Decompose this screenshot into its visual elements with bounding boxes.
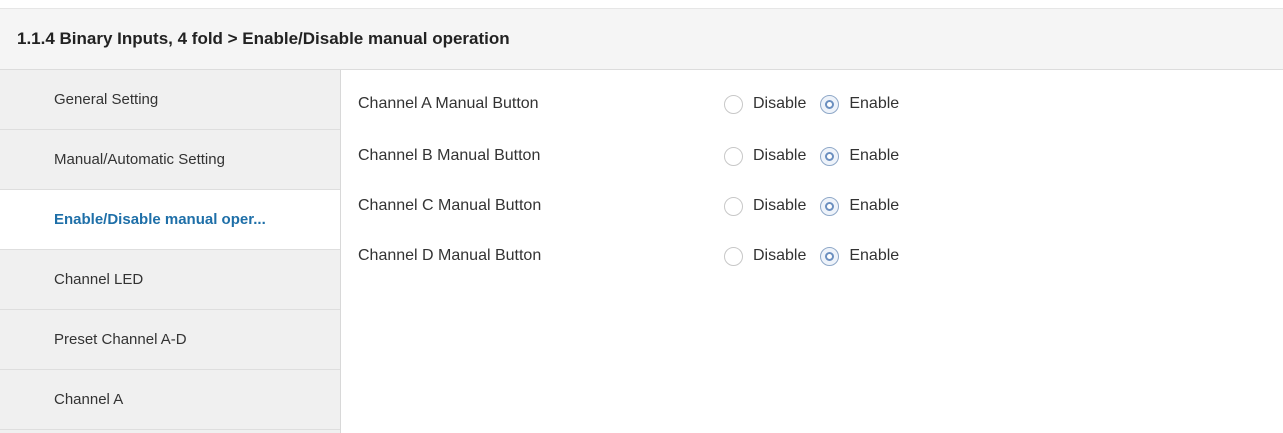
page-title: 1.1.4 Binary Inputs, 4 fold > Enable/Dis… (17, 29, 510, 48)
radio-disable[interactable]: Disable (724, 94, 807, 114)
param-label: Channel D Manual Button (358, 247, 542, 264)
sidebar-item-enable-disable-manual-operation[interactable]: Enable/Disable manual oper... (0, 190, 340, 250)
radio-group: Disable Enable (724, 246, 913, 266)
radio-disable[interactable]: Disable (724, 246, 807, 266)
radio-unchecked-icon (724, 196, 743, 216)
content-area: General Setting Manual/Automatic Setting… (0, 70, 1283, 433)
radio-disable[interactable]: Disable (724, 196, 807, 216)
sidebar-item-label: General Setting (54, 91, 159, 108)
param-label: Channel A Manual Button (358, 95, 539, 112)
param-row-channel-b: Channel B Manual Button Disable Enable (358, 144, 913, 168)
parameter-panel: Channel A Manual Button Disable Enable C… (341, 70, 1283, 433)
sidebar-item-channel-a[interactable]: Channel A (0, 370, 340, 430)
sidebar-item-general-setting[interactable]: General Setting (0, 70, 340, 130)
sidebar-item-label: Channel LED (54, 271, 144, 288)
radio-disable[interactable]: Disable (724, 146, 807, 166)
radio-enable[interactable]: Enable (820, 94, 900, 114)
radio-checked-icon (820, 94, 840, 114)
radio-enable[interactable]: Enable (820, 146, 900, 166)
radio-label: Disable (753, 95, 807, 112)
radio-checked-icon (820, 146, 840, 166)
radio-group: Disable Enable (724, 94, 913, 114)
sidebar-item-label: Enable/Disable manual oper... (54, 211, 266, 228)
sidebar-item-label: Manual/Automatic Setting (54, 151, 225, 168)
radio-checked-icon (820, 246, 840, 266)
radio-checked-icon (820, 196, 840, 216)
radio-label: Enable (849, 197, 900, 214)
radio-group: Disable Enable (724, 196, 913, 216)
radio-enable[interactable]: Enable (820, 246, 900, 266)
sidebar-item-label: Channel A (54, 391, 124, 408)
radio-label: Enable (849, 147, 900, 164)
radio-label: Disable (753, 247, 807, 264)
sidebar: General Setting Manual/Automatic Setting… (0, 70, 341, 433)
sidebar-item-preset-channel-a-d[interactable]: Preset Channel A-D (0, 310, 340, 370)
radio-label: Disable (753, 147, 807, 164)
sidebar-item-channel-led[interactable]: Channel LED (0, 250, 340, 310)
radio-label: Enable (849, 95, 900, 112)
param-row-channel-c: Channel C Manual Button Disable Enable (358, 194, 913, 218)
radio-unchecked-icon (724, 146, 743, 166)
radio-group: Disable Enable (724, 146, 913, 166)
param-row-channel-a: Channel A Manual Button Disable Enable (358, 92, 913, 116)
breadcrumb-header: 1.1.4 Binary Inputs, 4 fold > Enable/Dis… (0, 8, 1283, 70)
top-spacer (0, 0, 1283, 8)
radio-unchecked-icon (724, 246, 743, 266)
radio-label: Disable (753, 197, 807, 214)
app-window: 1.1.4 Binary Inputs, 4 fold > Enable/Dis… (0, 0, 1283, 433)
radio-unchecked-icon (724, 94, 743, 114)
radio-enable[interactable]: Enable (820, 196, 900, 216)
param-row-channel-d: Channel D Manual Button Disable Enable (358, 244, 913, 268)
param-label: Channel B Manual Button (358, 147, 541, 164)
param-label: Channel C Manual Button (358, 197, 542, 214)
radio-label: Enable (849, 247, 900, 264)
sidebar-item-manual-automatic-setting[interactable]: Manual/Automatic Setting (0, 130, 340, 190)
sidebar-item-label: Preset Channel A-D (54, 331, 187, 348)
